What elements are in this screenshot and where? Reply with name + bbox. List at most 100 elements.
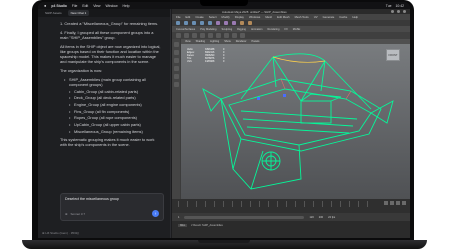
chat-paragraph: All items in the SHIP object are now org…: [60, 43, 161, 65]
open-scene-icon[interactable]: [184, 21, 188, 25]
minimize-icon[interactable]: [391, 10, 394, 13]
chat-paragraph: 1. Created a "Miscellaneous_Group" for r…: [60, 21, 159, 26]
time-slider[interactable]: [172, 199, 410, 213]
play-forward-icon[interactable]: [396, 201, 400, 205]
lasso-tool-icon[interactable]: [173, 50, 179, 55]
ipr-render-icon[interactable]: [248, 21, 252, 25]
menubar-item-help[interactable]: Help: [123, 4, 130, 8]
close-icon[interactable]: [403, 10, 406, 13]
shelf-tab[interactable]: Rigging: [237, 28, 246, 31]
maya-menu-item[interactable]: Generate: [323, 15, 335, 19]
maya-menu-item[interactable]: UV: [314, 15, 318, 19]
shelf-tools: [172, 32, 410, 39]
cube-icon[interactable]: [184, 33, 189, 38]
chat-tab-new-chat[interactable]: New Chat 1: [67, 10, 90, 16]
shelf-tab[interactable]: Sculpting: [221, 28, 232, 31]
shelf-tab[interactable]: Rendering: [268, 28, 280, 31]
camera-notch: [200, 0, 248, 6]
play-back-icon[interactable]: [390, 201, 394, 205]
chat-tab-ship-assets[interactable]: SHIP Assets: [42, 10, 65, 16]
tree-child: Engine_Group (all engine components): [64, 102, 162, 107]
go-start-icon[interactable]: [384, 201, 388, 205]
maya-menu-item[interactable]: Help: [352, 15, 358, 19]
command-language[interactable]: MEL: [178, 224, 188, 227]
maya-menu-item[interactable]: Edit: [186, 15, 191, 19]
menubar-item-edit[interactable]: Edit: [82, 4, 88, 8]
move-tool-icon[interactable]: [173, 58, 179, 63]
extrude-icon[interactable]: [224, 33, 229, 38]
tree-child: Fins_Group (all fin components): [64, 109, 162, 114]
range-end-2[interactable]: 200: [319, 216, 323, 219]
menubar-item-window[interactable]: Window: [105, 4, 117, 8]
snap-point-icon[interactable]: [232, 21, 236, 25]
cylinder-icon[interactable]: [192, 33, 197, 38]
chat-tabs: SHIP Assets New Chat 1: [38, 9, 170, 17]
chat-closing: This systematic grouping makes it much e…: [60, 136, 155, 148]
attach-icon[interactable]: ⊕: [65, 212, 68, 216]
maya-window: Autodesk Maya 2025: untitled* --- SHIP_A…: [172, 9, 410, 238]
bevel-icon[interactable]: [232, 33, 237, 38]
send-icon[interactable]: ↑: [152, 210, 159, 217]
maya-menu-item[interactable]: Edit Mesh: [277, 15, 289, 19]
chat-transcript: 1. Created a "Miscellaneous_Group" for r…: [38, 17, 170, 147]
rotate-tool-icon[interactable]: [173, 66, 179, 71]
menubar-app-name[interactable]: p4 Studio: [51, 4, 66, 8]
menubar-day: Tue: [385, 3, 392, 8]
window-controls: [391, 9, 406, 14]
apple-icon[interactable]: ●: [44, 3, 46, 8]
redo-icon[interactable]: [208, 21, 212, 25]
scale-tool-icon[interactable]: [173, 74, 179, 79]
toolbox: [172, 39, 180, 199]
shelf-tab[interactable]: Curves/Surfaces: [176, 28, 195, 31]
tree-child: Miscellaneous_Group (remaining items): [64, 129, 162, 134]
viewport[interactable]: View Shading Lighting Show Renderer Pane…: [181, 39, 410, 199]
shelf-tab[interactable]: Poly Modeling: [200, 28, 216, 31]
bridge-icon[interactable]: [240, 33, 245, 38]
ship-wireframe-model[interactable]: [181, 39, 410, 199]
maya-menu-item[interactable]: Windows: [249, 15, 260, 19]
torus-icon[interactable]: [216, 33, 221, 38]
shelf-tab[interactable]: MASH: [293, 28, 301, 31]
render-icon[interactable]: [240, 21, 244, 25]
save-scene-icon[interactable]: [192, 21, 196, 25]
model-selector[interactable]: Sonnet 3.7: [71, 212, 86, 216]
command-line[interactable]: MEL // Result: SHIP_Assemblies: [172, 221, 410, 238]
tree-child: Ropes_Group (all rope components): [64, 115, 162, 120]
chat-paragraph: 4. Finally, I grouped all these componen…: [60, 29, 154, 40]
maya-menu-item[interactable]: Cache: [339, 15, 347, 19]
range-start[interactable]: 1: [178, 216, 179, 219]
maya-menu-item[interactable]: Create: [195, 15, 203, 19]
select-tool-icon[interactable]: [173, 42, 179, 47]
shelf-tab[interactable]: FX: [284, 28, 287, 31]
undo-icon[interactable]: [200, 21, 204, 25]
chat-input[interactable]: Deselect the miscellaneous group ⊕ Sonne…: [60, 193, 164, 221]
maya-menu-item[interactable]: Mesh: [265, 15, 272, 19]
plane-icon[interactable]: [208, 33, 213, 38]
chat-input-text[interactable]: Deselect the miscellaneous group: [65, 197, 159, 201]
go-end-icon[interactable]: [402, 201, 406, 205]
maya-menu-item[interactable]: Mesh Tools: [295, 15, 309, 19]
tree-child: UpCabin_Group (all upper cabin parts): [64, 122, 162, 127]
maya-menu-item[interactable]: Display: [235, 15, 244, 19]
layout-icon[interactable]: [173, 82, 179, 87]
snap-grid-icon[interactable]: [216, 21, 220, 25]
range-bar[interactable]: [184, 215, 305, 219]
menubar-item-file[interactable]: File: [72, 4, 77, 8]
new-scene-icon[interactable]: [176, 21, 180, 25]
cone-icon[interactable]: [200, 33, 205, 38]
sphere-icon[interactable]: [176, 33, 181, 38]
range-end[interactable]: 120: [309, 216, 313, 219]
maya-menu-item[interactable]: File: [176, 15, 181, 19]
maya-menu-item[interactable]: Modify: [222, 15, 230, 19]
range-slider: 1 120 200 24 fps: [172, 213, 410, 221]
tree-child: Cabin_Group (all cabin-related parts): [64, 89, 162, 94]
fps-selector[interactable]: 24 fps: [328, 216, 335, 219]
maya-title: Autodesk Maya 2025: untitled* --- SHIP_A…: [222, 9, 287, 14]
command-result: // Result: SHIP_Assemblies: [191, 224, 223, 227]
menubar-item-view[interactable]: View: [93, 4, 100, 8]
maximize-icon[interactable]: [397, 10, 400, 13]
snap-curve-icon[interactable]: [224, 21, 228, 25]
chat-footer: ⊕ Lift Studio (Gem) · 35/4Q: [42, 231, 79, 235]
shelf-tab[interactable]: Animation: [251, 28, 263, 31]
maya-menu-item[interactable]: Select: [209, 15, 217, 19]
